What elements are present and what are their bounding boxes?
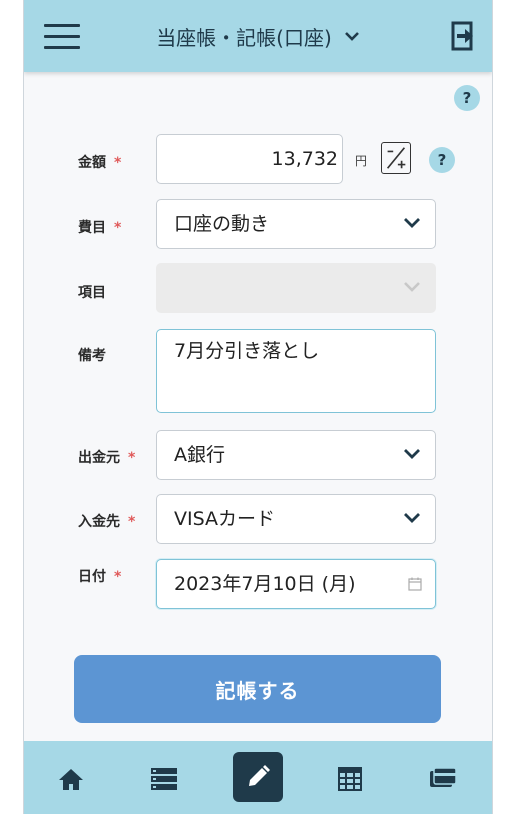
date-input[interactable]: 2023年7月10日 (月): [156, 559, 436, 609]
help-icon[interactable]: ?: [429, 147, 455, 173]
currency-unit: 円: [355, 154, 368, 168]
from-account-select[interactable]: A銀行: [156, 430, 436, 480]
from-account-label: 出金元 *: [78, 450, 136, 466]
memo-textarea[interactable]: 7月分引き落とし: [156, 329, 436, 413]
home-icon[interactable]: [56, 765, 86, 793]
nav-record-active[interactable]: [233, 752, 283, 802]
page-title: 当座帳・記帳(口座): [156, 25, 332, 50]
memo-label: 備考: [78, 348, 106, 364]
date-label: 日付 *: [78, 569, 122, 585]
amount-input[interactable]: 13,732: [156, 134, 343, 184]
app-frame: 当座帳・記帳(口座) ? 金額* 13,732 円 ? 費目* 口座の動き: [23, 0, 493, 814]
bottom-nav: [24, 741, 492, 814]
category-select[interactable]: 口座の動き: [156, 199, 436, 249]
chevron-down-icon: [344, 31, 359, 41]
amount-label: 金額 *: [78, 155, 122, 171]
chevron-down-icon: [404, 513, 420, 523]
item-label: 項目: [78, 285, 106, 301]
pencil-icon: [249, 765, 270, 786]
calendar-icon: [408, 577, 422, 591]
submit-button[interactable]: 記帳する: [74, 655, 441, 723]
page-title-dropdown[interactable]: 当座帳・記帳(口座): [24, 0, 492, 72]
logout-icon[interactable]: [451, 20, 477, 52]
to-account-select[interactable]: VISAカード: [156, 494, 436, 544]
category-label: 費目 *: [78, 220, 122, 236]
chevron-down-icon: [404, 218, 420, 228]
chevron-down-icon: [404, 449, 420, 459]
list-icon[interactable]: [149, 765, 179, 793]
header-bar: 当座帳・記帳(口座): [24, 0, 492, 72]
help-icon[interactable]: ?: [454, 85, 480, 111]
plus-minus-toggle-icon[interactable]: [381, 142, 411, 174]
wallet-icon[interactable]: [428, 765, 458, 793]
calendar-grid-icon[interactable]: [335, 765, 365, 793]
item-select[interactable]: [156, 263, 436, 313]
to-account-label: 入金先 *: [78, 514, 136, 530]
chevron-down-icon: [404, 282, 420, 292]
